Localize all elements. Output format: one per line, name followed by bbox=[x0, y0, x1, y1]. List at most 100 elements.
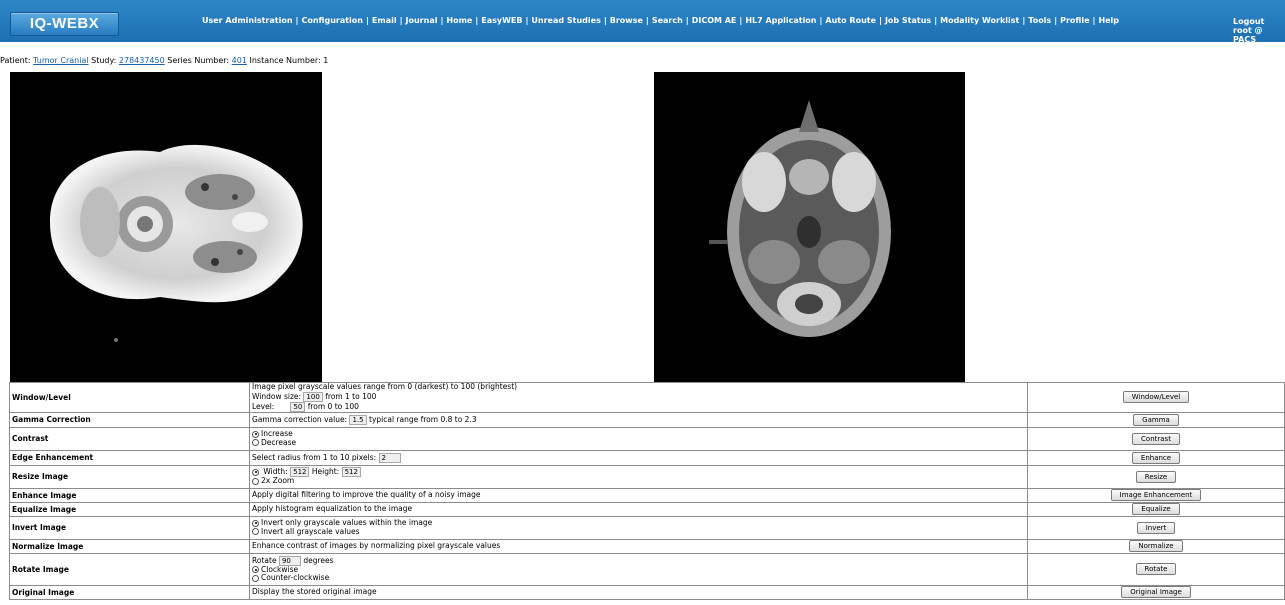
gamma-input[interactable]: 1.5 bbox=[349, 414, 367, 425]
level-range: from 0 to 100 bbox=[307, 401, 359, 411]
edge-radius-input[interactable]: 2 bbox=[378, 452, 401, 463]
zoom-label: 2x Zoom bbox=[261, 476, 295, 486]
nav-link-hl7-application[interactable]: HL7 Application bbox=[745, 16, 816, 25]
normalize-button[interactable]: Normalize bbox=[1129, 540, 1183, 552]
nav-link-browse[interactable]: Browse bbox=[610, 16, 643, 25]
contrast-label: Contrast bbox=[9, 426, 250, 451]
invert-button[interactable]: Invert bbox=[1136, 521, 1176, 534]
nav-link-home[interactable]: Home bbox=[446, 16, 472, 25]
study-label: Study: bbox=[91, 56, 117, 65]
logout-link[interactable]: Logout bbox=[1233, 17, 1281, 26]
top-navigation-bar: IQ-WEBX User Administration | Configuratio… bbox=[0, 0, 1285, 44]
logout-area: Logout root @ PACS bbox=[1233, 17, 1281, 44]
row-equalize: Equalize Image Apply histogram equalizat… bbox=[9, 501, 1285, 517]
enhance-image-label: Enhance Image bbox=[9, 487, 250, 503]
nav-link-auto-route[interactable]: Auto Route bbox=[825, 16, 876, 25]
instance-number: 1 bbox=[323, 56, 329, 65]
invert-all-radio[interactable] bbox=[252, 528, 259, 535]
row-rotate: Rotate Image Rotate 90 degrees Clockwise… bbox=[9, 552, 1285, 586]
nav-separator: | bbox=[365, 16, 369, 25]
current-user: root @ PACS bbox=[1233, 26, 1263, 44]
invert-label: Invert Image bbox=[9, 515, 250, 540]
row-contrast: Contrast Increase Decrease Contrast bbox=[9, 426, 1285, 451]
enhance-image-desc: Apply digital filtering to improve the q… bbox=[249, 487, 1028, 503]
window-size-range: from 1 to 100 bbox=[325, 391, 377, 401]
row-edge: Edge Enhancement Select radius from 1 to… bbox=[9, 449, 1285, 466]
nav-separator: | bbox=[1054, 16, 1058, 25]
equalize-label: Equalize Image bbox=[9, 501, 250, 517]
original-mri-image bbox=[654, 72, 965, 382]
nav-link-unread-studies[interactable]: Unread Studies bbox=[531, 16, 600, 25]
nav-link-user-administration[interactable]: User Administration bbox=[202, 16, 293, 25]
nav-separator: | bbox=[1022, 16, 1026, 25]
nav-link-modality-worklist[interactable]: Modality Worklist bbox=[940, 16, 1019, 25]
window-level-button[interactable]: Window/Level bbox=[1122, 391, 1190, 404]
rotate-button[interactable]: Rotate bbox=[1135, 563, 1177, 575]
enhance-button[interactable]: Enhance bbox=[1131, 451, 1181, 464]
normalize-label: Normalize Image bbox=[9, 538, 250, 554]
original-image-button[interactable]: Original Image bbox=[1121, 586, 1191, 598]
nav-link-profile[interactable]: Profile bbox=[1060, 16, 1089, 25]
counter-clockwise-label: Counter-clockwise bbox=[261, 573, 330, 582]
level-label: Level: bbox=[252, 401, 275, 411]
height-input[interactable]: 512 bbox=[341, 467, 361, 478]
nav-link-dicom-ae[interactable]: DICOM AE bbox=[692, 16, 737, 25]
app-logo: IQ-WEBX bbox=[10, 12, 119, 36]
resize-label: Resize Image bbox=[9, 464, 250, 489]
resize-button[interactable]: Resize bbox=[1135, 470, 1177, 483]
equalize-button[interactable]: Equalize bbox=[1132, 503, 1180, 515]
contrast-button[interactable]: Contrast bbox=[1132, 432, 1180, 445]
row-enhance: Enhance Image Apply digital filtering to… bbox=[9, 487, 1285, 503]
gamma-button[interactable]: Gamma bbox=[1133, 413, 1179, 426]
edge-label: Edge Enhancement bbox=[9, 449, 250, 466]
series-number-link[interactable]: 401 bbox=[232, 56, 247, 65]
row-window-level: Window/Level Image pixel grayscale value… bbox=[9, 382, 1285, 413]
nav-link-tools[interactable]: Tools bbox=[1028, 16, 1051, 25]
counter-clockwise-radio[interactable] bbox=[252, 574, 259, 582]
nav-separator: | bbox=[879, 16, 882, 25]
nav-link-easyweb[interactable]: EasyWEB bbox=[481, 16, 522, 25]
rotate-label: Rotate Image bbox=[9, 552, 250, 586]
patient-name-link[interactable]: Tumor Cranial bbox=[33, 56, 88, 65]
normalize-desc: Enhance contrast of images by normalizin… bbox=[249, 538, 1028, 554]
study-id-link[interactable]: 278437450 bbox=[119, 56, 165, 65]
gamma-label: Gamma Correction bbox=[9, 411, 250, 428]
invert-all-label: Invert all grayscale values bbox=[261, 526, 360, 536]
resize-dimensions-radio[interactable] bbox=[252, 468, 259, 476]
series-label: Series Number: bbox=[167, 56, 230, 65]
row-normalize: Normalize Image Enhance contrast of imag… bbox=[9, 538, 1285, 554]
level-input[interactable]: 50 bbox=[290, 401, 306, 412]
nav-link-search[interactable]: Search bbox=[652, 16, 683, 25]
gamma-prefix: Gamma correction value: bbox=[252, 414, 348, 424]
window-size-label: Window size: bbox=[252, 391, 302, 401]
patient-info-line: Patient: Tumor Cranial Study: 278437450 … bbox=[0, 56, 328, 65]
window-level-desc: Image pixel grayscale values range from … bbox=[252, 382, 518, 391]
gamma-suffix: typical range from 0.8 to 2.3 bbox=[369, 414, 477, 424]
nav-link-help[interactable]: Help bbox=[1098, 16, 1119, 25]
nav-link-email[interactable]: Email bbox=[372, 16, 397, 25]
nav-link-job-status[interactable]: Job Status bbox=[885, 16, 931, 25]
image-enhancement-button[interactable]: Image Enhancement bbox=[1110, 489, 1202, 501]
window-size-input[interactable]: 100 bbox=[303, 391, 323, 402]
nav-separator: | bbox=[475, 16, 479, 25]
window-level-label: Window/Level bbox=[9, 382, 250, 413]
width-label: Width: bbox=[263, 467, 288, 477]
height-label: Height: bbox=[311, 467, 340, 477]
processed-mri-image bbox=[10, 72, 322, 382]
patient-label: Patient: bbox=[0, 56, 31, 65]
decrease-radio[interactable] bbox=[252, 439, 259, 446]
increase-radio[interactable] bbox=[252, 430, 259, 438]
zoom-radio[interactable] bbox=[252, 477, 259, 485]
nav-link-configuration[interactable]: Configuration bbox=[301, 16, 363, 25]
nav-link-journal[interactable]: Journal bbox=[406, 16, 438, 25]
clockwise-radio[interactable] bbox=[252, 566, 259, 573]
image-operations-table: Window/Level Image pixel grayscale value… bbox=[9, 382, 1285, 600]
row-invert: Invert Image Invert only grayscale value… bbox=[9, 515, 1285, 540]
invert-within-radio[interactable] bbox=[252, 519, 259, 527]
row-resize: Resize Image Width: 512 Height: 512 2x Z… bbox=[9, 464, 1285, 489]
original-image-desc: Display the stored original image bbox=[249, 584, 1028, 600]
nav-separator: | bbox=[739, 16, 743, 25]
rotate-suffix: degrees bbox=[303, 555, 334, 565]
nav-separator: | bbox=[603, 16, 607, 25]
main-nav: User Administration | Configuration | Email |… bbox=[202, 16, 1119, 25]
